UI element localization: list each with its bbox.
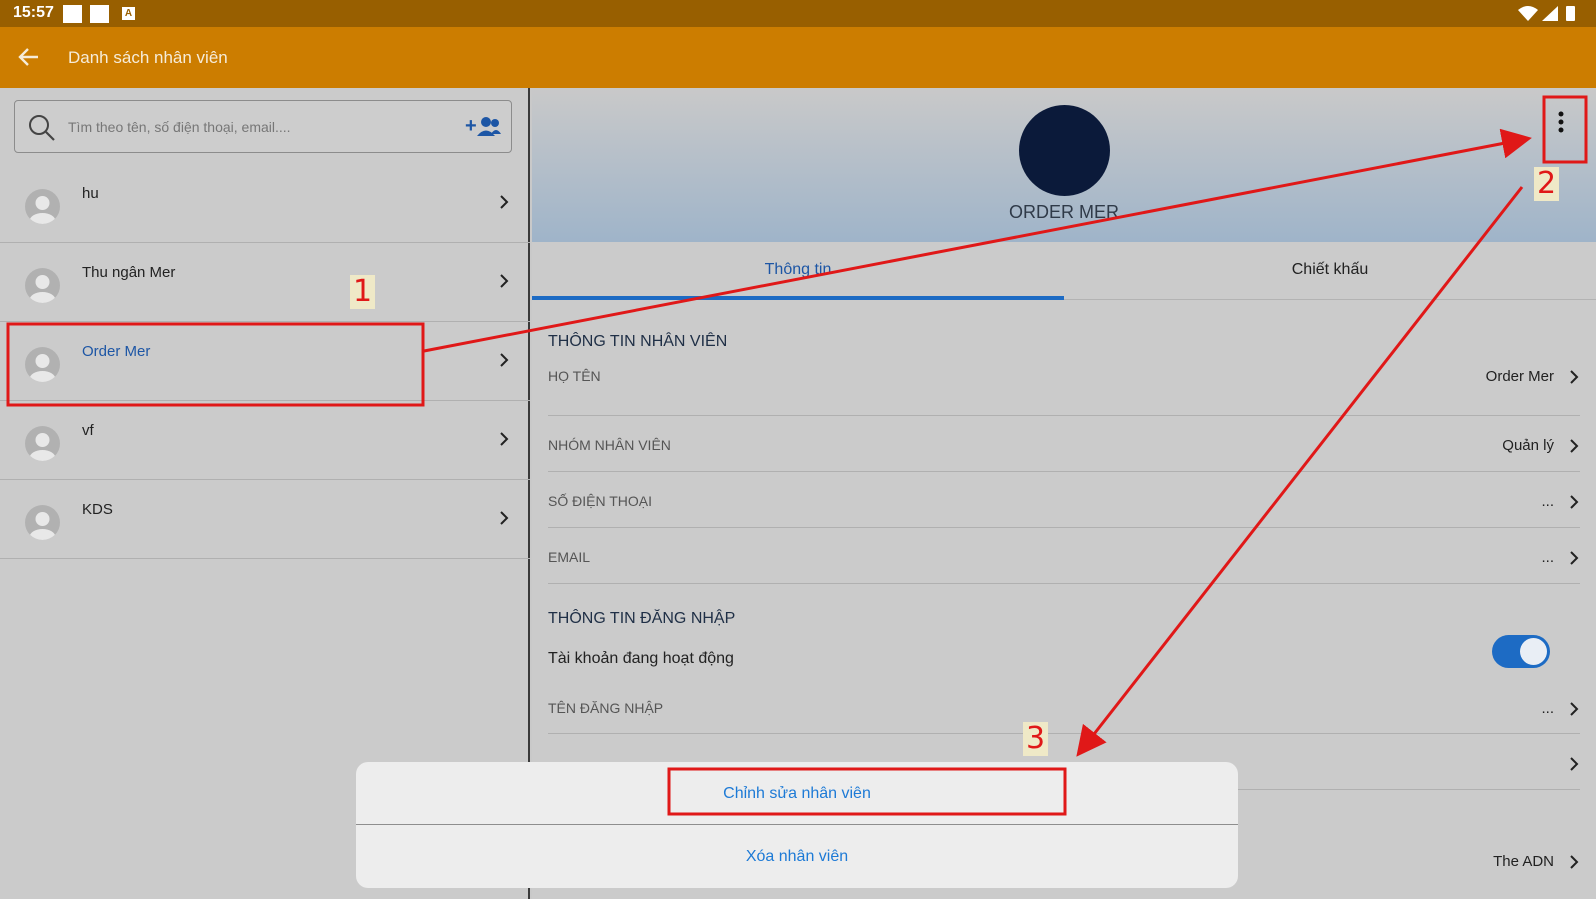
field-value: Quản lý: [1502, 437, 1554, 454]
field-username[interactable]: TÊN ĐĂNG NHẬP ...: [548, 678, 1580, 734]
edit-employee-button[interactable]: Chỉnh sửa nhân viên: [356, 762, 1238, 825]
employee-name: Order Mer: [82, 343, 151, 360]
profile-name: ORDER MER: [1008, 202, 1119, 222]
employee-name: vf: [82, 422, 94, 439]
back-arrow-icon[interactable]: [16, 44, 42, 70]
employee-row-selected[interactable]: Order Mer: [0, 322, 530, 401]
chevron-right-icon: [1568, 550, 1580, 571]
page-title: Danh sách nhân viên: [68, 48, 228, 67]
notification-icon: [63, 5, 82, 23]
field-label: TÊN ĐĂNG NHẬP: [548, 700, 664, 716]
profile-avatar: [1019, 105, 1110, 196]
tab-info[interactable]: Thông tin: [532, 242, 1064, 300]
chevron-right-icon: [498, 194, 510, 215]
account-active-label: Tài khoản đang hoạt động: [548, 650, 734, 667]
delete-employee-button[interactable]: Xóa nhân viên: [356, 825, 1238, 888]
chevron-right-icon: [498, 273, 510, 294]
tab-bar: Thông tin Chiết khấu: [532, 242, 1596, 300]
chevron-right-icon: [498, 352, 510, 373]
chevron-right-icon: [1568, 438, 1580, 459]
chevron-right-icon: [1568, 854, 1580, 875]
more-options-icon[interactable]: [1555, 100, 1567, 140]
step-number-1: 1: [350, 275, 376, 309]
search-placeholder: Tìm theo tên, số điện thoại, email....: [68, 119, 291, 135]
field-value: The ADN: [1493, 853, 1554, 870]
avatar: [25, 268, 60, 303]
avatar: [25, 505, 60, 540]
step-number-3: 3: [1023, 722, 1049, 756]
field-value: Order Mer: [1485, 368, 1554, 385]
chevron-right-icon: [1568, 494, 1580, 515]
employee-name: KDS: [82, 501, 113, 518]
field-label: HỌ TÊN: [548, 368, 601, 384]
avatar: [25, 347, 60, 382]
app-bar: Danh sách nhân viên: [0, 27, 1596, 88]
add-employee-icon[interactable]: +: [465, 114, 501, 145]
tab-discount[interactable]: Chiết khấu: [1064, 242, 1596, 300]
toggle-knob: [1520, 638, 1547, 665]
account-active-toggle[interactable]: [1492, 635, 1550, 668]
search-input[interactable]: Tìm theo tên, số điện thoại, email.... +: [14, 100, 512, 153]
system-icons: [1516, 4, 1586, 27]
avatar: [25, 189, 60, 224]
avatar: [25, 426, 60, 461]
battery-icon: [1566, 6, 1575, 21]
field-label: NHÓM NHÂN VIÊN: [548, 437, 671, 453]
svg-text:+: +: [465, 115, 477, 137]
employee-row[interactable]: KDS: [0, 480, 530, 559]
field-phone[interactable]: SỐ ĐIỆN THOẠI ...: [548, 472, 1580, 528]
status-time: 15:57: [13, 4, 54, 21]
field-email[interactable]: EMAIL ...: [548, 528, 1580, 584]
section-login-info: THÔNG TIN ĐĂNG NHẬP: [548, 610, 736, 627]
wifi-icon: [1518, 6, 1538, 21]
field-value: ...: [1541, 493, 1554, 510]
employee-row[interactable]: vf: [0, 401, 530, 480]
field-employee-group[interactable]: NHÓM NHÂN VIÊN Quản lý: [548, 416, 1580, 472]
chevron-right-icon: [498, 431, 510, 452]
chevron-right-icon: [498, 510, 510, 531]
field-label: EMAIL: [548, 549, 591, 565]
field-label: SỐ ĐIỆN THOẠI: [548, 493, 652, 509]
chevron-right-icon: [1568, 369, 1580, 390]
field-full-name[interactable]: HỌ TÊN Order Mer: [548, 360, 1580, 416]
signal-icon: [1542, 6, 1558, 21]
status-bar: 15:57 A: [0, 0, 1596, 27]
step-number-2: 2: [1534, 167, 1560, 201]
search-icon: [28, 114, 56, 147]
employee-name: hu: [82, 185, 99, 202]
chevron-right-icon: [1568, 756, 1580, 777]
app-notification-icon: A: [122, 7, 135, 20]
employee-row[interactable]: Thu ngân Mer: [0, 243, 530, 322]
field-value: ...: [1541, 700, 1554, 717]
employee-row[interactable]: hu: [0, 164, 530, 243]
employee-name: Thu ngân Mer: [82, 264, 176, 281]
chevron-right-icon: [1568, 701, 1580, 722]
profile-header: ORDER MER: [532, 88, 1596, 242]
action-sheet: Chỉnh sửa nhân viên Xóa nhân viên: [356, 762, 1238, 888]
section-employee-info: THÔNG TIN NHÂN VIÊN: [548, 333, 728, 350]
notification-icon: [90, 5, 109, 23]
field-value: ...: [1541, 549, 1554, 566]
